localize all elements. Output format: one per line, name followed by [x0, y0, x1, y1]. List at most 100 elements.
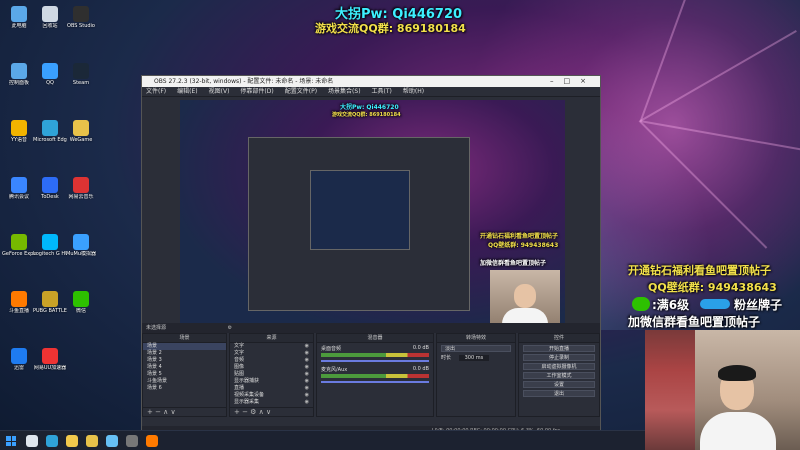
gear-icon[interactable]: ⚙: [228, 325, 232, 331]
todesk-icon: [42, 177, 58, 193]
desktop-icon[interactable]: 斗鱼直播: [2, 291, 36, 314]
scene-item[interactable]: 场景 5: [143, 371, 226, 378]
source-item[interactable]: 文字 ◉: [230, 343, 313, 350]
obs-title-bar[interactable]: OBS 27.2.3 (32-bit, windows) - 配置文件: 未命名…: [142, 76, 600, 87]
desktop-icon[interactable]: Microsoft Edge: [33, 120, 67, 143]
source-item[interactable]: 直播 ◉: [230, 385, 313, 392]
scene-item[interactable]: 场景 6: [143, 385, 226, 392]
eye-icon[interactable]: ◉: [305, 378, 309, 385]
source-item[interactable]: 显示器捕获 ◉: [230, 378, 313, 385]
transition-select[interactable]: 淡出: [441, 345, 511, 352]
obs-preview[interactable]: 大拐Pw: Qi446720 游戏交流QQ群: 869180184 开通钻石福利…: [180, 100, 565, 328]
menu-item[interactable]: 配置文件(P): [285, 88, 317, 95]
volume-slider[interactable]: [321, 360, 429, 362]
desktop-icon[interactable]: 控制面板: [2, 63, 36, 86]
scene-item[interactable]: 场景: [143, 343, 226, 350]
douyu-icon[interactable]: [146, 435, 158, 447]
mixer-channel-db: 0.0 dB: [412, 345, 429, 351]
window-controls[interactable]: –□×: [550, 76, 596, 87]
desktop-icon[interactable]: 网易云音乐: [64, 177, 98, 200]
control-button[interactable]: 启动虚拟摄像机: [523, 363, 595, 370]
obs-window[interactable]: OBS 27.2.3 (32-bit, windows) - 配置文件: 未命名…: [141, 75, 601, 437]
control-button[interactable]: 开始直播: [523, 345, 595, 352]
mixer-channel-name: 桌面音频: [321, 346, 342, 352]
menu-item[interactable]: 帮助(H): [403, 88, 424, 95]
source-item[interactable]: 视频采集设备 ◉: [230, 392, 313, 399]
desktop-icon-label: 网易UU加速器: [33, 365, 67, 371]
desktop-icon[interactable]: YY语音: [2, 120, 36, 143]
eye-icon[interactable]: ◉: [305, 350, 309, 357]
menu-item[interactable]: 编辑(E): [177, 88, 197, 95]
desktop-icon[interactable]: Logitech G HUB: [33, 234, 67, 257]
source-item[interactable]: 贴图 ◉: [230, 371, 313, 378]
desktop-icon[interactable]: OBS Studio: [64, 6, 98, 29]
transition-duration-input[interactable]: 300 ms: [458, 355, 490, 361]
scene-item[interactable]: 斗鱼场景: [143, 378, 226, 385]
eye-icon[interactable]: ◉: [305, 392, 309, 399]
minimize-icon[interactable]: –: [550, 77, 564, 85]
wegame-icon[interactable]: [86, 435, 98, 447]
scene-item[interactable]: 场景 4: [143, 364, 226, 371]
desktop-icon[interactable]: ToDesk: [33, 177, 67, 200]
desktop-icon[interactable]: Steam: [64, 63, 98, 86]
maximize-icon[interactable]: □: [564, 77, 581, 85]
volume-meter: [321, 353, 429, 357]
menu-item[interactable]: 停靠部件(D): [240, 88, 273, 95]
control-button[interactable]: 停止录制: [523, 354, 595, 361]
desktop-icon-label: Logitech G HUB: [33, 251, 67, 257]
desktop-icon[interactable]: QQ: [33, 63, 67, 86]
desktop-icon-label: Microsoft Edge: [33, 137, 67, 143]
scene-item[interactable]: 场景 2: [143, 350, 226, 357]
folder-icon[interactable]: [66, 435, 78, 447]
desktop-icon[interactable]: PUBG BATTLEGROUNDS: [33, 291, 67, 314]
menu-item[interactable]: 工具(T): [372, 88, 392, 95]
obs-icon: [73, 6, 89, 22]
desktop-icon[interactable]: 回收站: [33, 6, 67, 29]
menu-item[interactable]: 场景集合(S): [328, 88, 361, 95]
obs-icon[interactable]: [126, 435, 138, 447]
desktop-icon[interactable]: 网易UU加速器: [33, 348, 67, 371]
desktop-icon-label: 回收站: [42, 23, 58, 29]
source-label: 显示器捕获: [234, 378, 260, 384]
edge-icon[interactable]: [46, 435, 58, 447]
eye-icon[interactable]: ◉: [305, 399, 309, 406]
source-item[interactable]: 音频 ◉: [230, 357, 313, 364]
wegame-icon: [73, 120, 89, 136]
source-item[interactable]: 显示器采集 ◉: [230, 399, 313, 406]
control-button[interactable]: 工作室模式: [523, 372, 595, 379]
eye-icon[interactable]: ◉: [305, 385, 309, 392]
source-label: 显示器采集: [234, 399, 260, 405]
desktop-icon[interactable]: MuMu模拟器: [64, 234, 98, 257]
desktop-icon[interactable]: WeGame: [64, 120, 98, 143]
sources-dock-toolbar[interactable]: + − ⚙ ∧ ∨: [230, 407, 313, 416]
eye-icon[interactable]: ◉: [305, 357, 309, 364]
menu-item[interactable]: 文件(F): [146, 88, 166, 95]
transition-duration-label: 时长: [441, 355, 452, 361]
desktop-icon[interactable]: 腾讯会议: [2, 177, 36, 200]
eye-icon[interactable]: ◉: [305, 364, 309, 371]
source-item[interactable]: 文字 ◉: [230, 350, 313, 357]
streamer-hair: [718, 365, 756, 381]
scenes-dock-toolbar[interactable]: + − ∧ ∨: [143, 407, 226, 416]
desktop-icon[interactable]: 微信: [64, 291, 98, 314]
source-label: 文字: [234, 350, 245, 356]
menu-item[interactable]: 视图(V): [209, 88, 230, 95]
steam-icon[interactable]: [106, 435, 118, 447]
promo-line-5: 加微信群看鱼吧置顶帖子: [628, 315, 761, 329]
control-button[interactable]: 设置: [523, 381, 595, 388]
desktop-icon[interactable]: 此电脑: [2, 6, 36, 29]
scene-item[interactable]: 场景 3: [143, 357, 226, 364]
close-icon[interactable]: ×: [580, 77, 596, 85]
eye-icon[interactable]: ◉: [305, 371, 309, 378]
windows-start-icon[interactable]: [6, 436, 16, 446]
search-icon[interactable]: [26, 435, 38, 447]
obs-docks: 场景 场景 场景 2 场景 3 场景 4 场景 5 斗鱼场景 场景 6 + − ∧ ∨ 来源…: [142, 333, 600, 417]
eye-icon[interactable]: ◉: [305, 343, 309, 350]
mixer-channel-db: 0.0 dB: [412, 366, 429, 372]
volume-slider[interactable]: [321, 381, 429, 383]
desktop-icon[interactable]: GeForce Experience: [2, 234, 36, 257]
desktop-icon-label: 控制面板: [8, 80, 29, 86]
source-item[interactable]: 图像 ◉: [230, 364, 313, 371]
control-button[interactable]: 退出: [523, 390, 595, 397]
desktop-icon[interactable]: 迅雷: [2, 348, 36, 371]
